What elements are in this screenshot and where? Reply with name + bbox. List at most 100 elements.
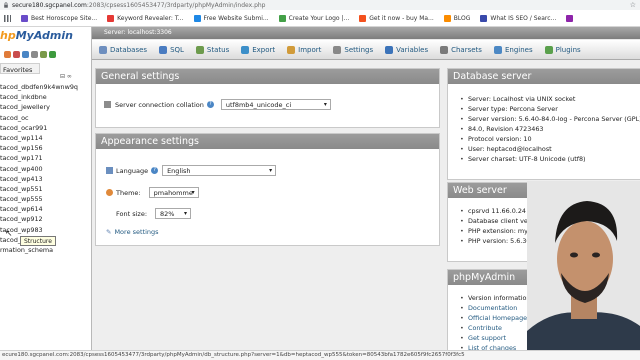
nav-toolbar bbox=[4, 51, 58, 58]
bookmark-item[interactable] bbox=[566, 14, 576, 22]
sidebar-database-item[interactable]: tacod_wp400 bbox=[0, 164, 91, 174]
bookmark-favicon-icon bbox=[480, 14, 488, 22]
bookmark-star-icon[interactable]: ☆ bbox=[630, 1, 636, 9]
tab-import[interactable]: Import bbox=[287, 45, 322, 54]
tab-settings[interactable]: Settings bbox=[333, 45, 374, 54]
help-icon[interactable] bbox=[22, 51, 29, 58]
sidebar-database-item[interactable]: tacod_wp114 bbox=[0, 133, 91, 143]
bookmark-item[interactable]: BLOG bbox=[443, 14, 471, 22]
bookmark-label: Free Website Submi... bbox=[203, 14, 269, 22]
sidebar-database-item[interactable]: tacod_oc bbox=[0, 113, 91, 123]
tab-label: Export bbox=[252, 45, 276, 54]
tab-label: Databases bbox=[110, 45, 148, 54]
collation-icon bbox=[104, 101, 111, 108]
mouse-cursor-icon: ↖ bbox=[5, 229, 13, 239]
collation-select[interactable]: utf8mb4_unicode_ci bbox=[220, 99, 331, 110]
tab-label: Settings bbox=[344, 45, 374, 54]
reload-icon[interactable] bbox=[49, 51, 56, 58]
link-text[interactable]: Contribute bbox=[468, 324, 502, 332]
tab-engines[interactable]: Engines bbox=[493, 45, 533, 54]
bookmark-label: What IS SEO / Searc... bbox=[490, 14, 557, 22]
server-breadcrumb-bar: Server: localhost:3306 bbox=[92, 27, 640, 39]
sidebar-database-item[interactable]: tacod_wp413 bbox=[0, 174, 91, 184]
database-server-title: Database server bbox=[448, 69, 640, 84]
home-icon[interactable] bbox=[4, 51, 11, 58]
variables-icon bbox=[385, 45, 394, 54]
wrench-icon: ✎ bbox=[106, 228, 112, 236]
tab-plugins[interactable]: Plugins bbox=[544, 45, 581, 54]
phpmyadmin-logo[interactable]: hpMyAdmin bbox=[0, 29, 73, 42]
font-size-select[interactable]: 82% bbox=[155, 208, 192, 219]
sidebar-database-item[interactable]: tacod_inkdbne bbox=[0, 92, 91, 102]
info-item: Protocol version: 10 bbox=[460, 134, 640, 144]
wrench-icon bbox=[333, 45, 342, 54]
bookmark-item[interactable]: Keyword Revealer: T... bbox=[107, 14, 184, 22]
theme-select[interactable]: pmahomme bbox=[148, 187, 199, 198]
tab-label: Engines bbox=[504, 45, 533, 54]
tab-charsets[interactable]: Charsets bbox=[440, 45, 482, 54]
link-text[interactable]: Official Homepage bbox=[468, 314, 527, 322]
address-bar[interactable]: secure180.sgcpanel.com :2083/cpsess16054… bbox=[0, 0, 640, 10]
sidebar-database-item[interactable]: tacod_jewellery bbox=[0, 102, 91, 112]
tab-databases[interactable]: Databases bbox=[99, 45, 148, 54]
info-item: Server: Localhost via UNIX socket bbox=[460, 94, 640, 104]
theme-label: Theme: bbox=[116, 188, 141, 197]
sidebar-database-item[interactable]: tacod_dbdfen9k4wnw9q bbox=[0, 82, 91, 92]
more-settings-link[interactable]: More settings bbox=[114, 228, 158, 236]
databases-icon bbox=[99, 45, 107, 54]
appearance-settings-panel: Appearance settings Language ? English T… bbox=[95, 133, 440, 246]
sidebar-database-item[interactable]: tacod_wp171 bbox=[0, 153, 91, 163]
info-item: Server charset: UTF-8 Unicode (utf8) bbox=[460, 154, 640, 164]
sidebar-database-item[interactable]: tacod_wp156 bbox=[0, 143, 91, 153]
theme-icon bbox=[106, 189, 113, 196]
export-icon bbox=[241, 45, 250, 54]
sql-icon bbox=[159, 45, 168, 54]
tab-sql[interactable]: SQL bbox=[159, 45, 184, 54]
bookmark-favicon-icon bbox=[21, 14, 28, 22]
sidebar-database-item[interactable]: tacod_wp983 bbox=[0, 225, 91, 235]
bookmark-item[interactable]: Free Website Submi... bbox=[193, 14, 269, 22]
tab-status[interactable]: Status bbox=[195, 45, 230, 54]
language-select[interactable]: English bbox=[162, 165, 277, 176]
sidebar-database-item[interactable]: tacod_wp551 bbox=[0, 184, 91, 194]
browser-window: secure180.sgcpanel.com :2083/cpsess16054… bbox=[0, 0, 640, 360]
sidebar-database-item[interactable]: tacod_wp912 bbox=[0, 214, 91, 224]
favorites-tab[interactable]: Favorites bbox=[0, 63, 40, 74]
sidebar-database-item[interactable]: rmation_schema bbox=[0, 245, 91, 255]
bookmark-item[interactable]: Get it now - buy Ma... bbox=[359, 14, 434, 22]
sidebar-database-item[interactable]: tacod_wp555 bbox=[0, 194, 91, 204]
bookmark-label: Keyword Revealer: T... bbox=[117, 14, 184, 22]
logout-icon[interactable] bbox=[13, 51, 20, 58]
language-label: Language bbox=[116, 166, 149, 175]
link-text[interactable]: Get support bbox=[468, 334, 506, 342]
language-icon bbox=[106, 167, 113, 174]
person-photo bbox=[527, 181, 640, 360]
docs-icon[interactable] bbox=[31, 51, 38, 58]
link-text[interactable]: Documentation bbox=[468, 304, 517, 312]
sidebar-database-item[interactable]: tacod_ocar991 bbox=[0, 123, 91, 133]
bookmark-item[interactable]: Best Horoscope Site... bbox=[21, 14, 97, 22]
database-server-info: Server: Localhost via UNIX socketServer … bbox=[460, 94, 640, 164]
tab-export[interactable]: Export bbox=[241, 45, 276, 54]
tab-label: Import bbox=[298, 45, 322, 54]
browser-status-bar: ecure180.sgcpanel.com:2083/cpsess1605453… bbox=[0, 350, 640, 360]
breadcrumb[interactable]: Server: localhost:3306 bbox=[104, 29, 172, 36]
status-icon bbox=[195, 45, 204, 54]
bookmark-label: BLOG bbox=[453, 14, 471, 22]
tab-label: Status bbox=[206, 45, 230, 54]
url-host: secure180.sgcpanel.com bbox=[12, 1, 87, 9]
tab-variables[interactable]: Variables bbox=[385, 45, 428, 54]
collapse-all-icon[interactable]: ⊟ ∞ bbox=[60, 73, 72, 80]
sidebar-database-item[interactable]: tacod_wp614 bbox=[0, 204, 91, 214]
info-item: User: heptacod@localhost bbox=[460, 144, 640, 154]
bookmark-favicon-icon bbox=[193, 14, 201, 22]
help-icon[interactable]: ? bbox=[151, 167, 159, 174]
help-icon[interactable]: ? bbox=[206, 101, 214, 108]
general-settings-title: General settings bbox=[96, 69, 439, 84]
settings-icon[interactable] bbox=[40, 51, 47, 58]
bookmark-favicon-icon bbox=[359, 14, 367, 22]
bookmark-item[interactable]: Create Your Logo |... bbox=[278, 14, 349, 22]
info-item: Server type: Percona Server bbox=[460, 104, 640, 114]
apps-icon[interactable] bbox=[4, 14, 11, 22]
bookmark-item[interactable]: What IS SEO / Searc... bbox=[480, 14, 557, 22]
